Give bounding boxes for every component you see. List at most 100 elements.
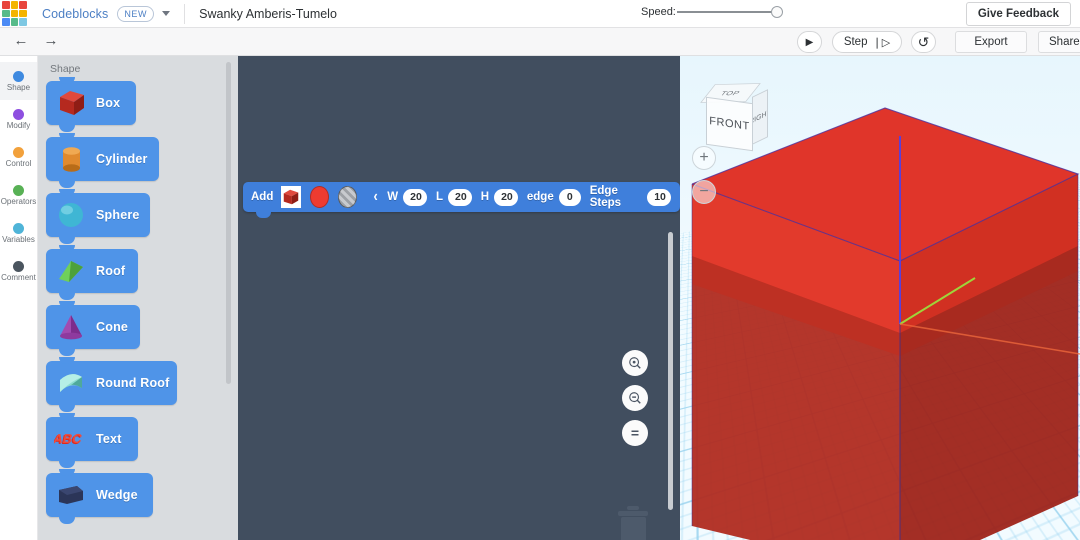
rail-item-comment[interactable]: Comment [0, 252, 37, 290]
wedge-icon [54, 479, 88, 511]
divider [184, 3, 186, 24]
give-feedback-button[interactable]: Give Feedback [965, 2, 1071, 26]
view-cube[interactable]: TOP FRONT RIGHT [700, 78, 772, 152]
roof-icon [54, 255, 88, 287]
cube-icon[interactable] [281, 186, 302, 208]
step-label: Step [843, 36, 868, 48]
project-title[interactable]: Swanky Amberis-Tumelo [199, 7, 337, 21]
viewport-zoom-out-button[interactable]: − [692, 180, 716, 204]
rail-item-operators[interactable]: Operators [0, 176, 37, 214]
speed-slider-knob[interactable] [770, 6, 783, 18]
speed-slider-track[interactable] [676, 6, 783, 18]
modify-dot-icon [13, 108, 24, 120]
restart-button[interactable]: ↺ [911, 31, 936, 53]
3d-viewport[interactable]: TOP FRONT RIGHT + − [680, 56, 1080, 540]
palette-block-cone[interactable]: Cone [46, 301, 140, 356]
control-dot-icon [13, 146, 24, 158]
fit-view-button[interactable] [622, 420, 648, 446]
palette-block-cylinder[interactable]: Cylinder [46, 133, 159, 188]
shape-dot-icon [13, 70, 24, 82]
param-value-edge[interactable]: 0 [558, 188, 581, 206]
equal-icon [631, 430, 639, 436]
palette-block-label: Cylinder [96, 152, 148, 166]
step-button[interactable]: Step ❘▷ [832, 31, 902, 53]
rail-item-modify[interactable]: Modify [0, 100, 37, 138]
zoom-in-icon [629, 357, 641, 369]
speed-slider-group[interactable]: Speed: [641, 6, 783, 18]
rail-label: Operators [0, 196, 37, 206]
play-icon: ▶ [805, 36, 814, 48]
zoom-out-icon [629, 392, 641, 404]
category-rail: Shape Modify Control Operators Variables… [0, 56, 38, 540]
new-badge: NEW [117, 5, 155, 22]
palette-block-label: Roof [96, 264, 126, 278]
rail-item-variables[interactable]: Variables [0, 214, 37, 252]
palette-block-roof[interactable]: Roof [46, 245, 138, 300]
brand-link[interactable]: Codeblocks [42, 7, 108, 21]
param-label-edge-steps: Edge Steps [589, 185, 622, 209]
param-value-h[interactable]: 20 [494, 188, 518, 206]
zoom-in-button[interactable] [622, 350, 648, 376]
share-button[interactable]: Share [1038, 31, 1080, 53]
collapse-chevron-icon[interactable]: ‹ [374, 189, 378, 205]
palette-scrollbar[interactable] [226, 62, 231, 384]
undo-button[interactable]: ← [6, 33, 36, 50]
svg-text:ABC: ABC [54, 431, 84, 446]
palette-block-text[interactable]: ABC ABC Text [46, 413, 138, 468]
palette-block-box[interactable]: Box [46, 77, 136, 132]
export-button[interactable]: Export [955, 31, 1027, 53]
view-cube-right-face[interactable]: RIGHT [752, 89, 768, 145]
palette-block-label: Cone [96, 320, 129, 334]
rail-label: Shape [6, 82, 31, 92]
param-value-w[interactable]: 20 [403, 188, 427, 206]
zoom-out-button[interactable] [622, 385, 648, 411]
color-swatch-button[interactable] [310, 186, 330, 208]
chevron-down-icon[interactable] [162, 11, 171, 16]
code-block-action-label: Add [251, 191, 274, 203]
redo-button[interactable]: → [36, 33, 66, 50]
cone-icon [54, 311, 88, 343]
trash-lid [618, 511, 648, 516]
param-value-l[interactable]: 20 [447, 188, 472, 206]
operators-dot-icon [13, 184, 24, 196]
text-icon: ABC ABC [54, 423, 88, 455]
top-bar: Codeblocks NEW Swanky Amberis-Tumelo Giv… [0, 0, 1080, 28]
trash-icon[interactable] [618, 506, 648, 540]
sphere-icon [54, 199, 88, 231]
tinkercad-logo-icon[interactable] [1, 0, 28, 27]
param-value-edge-steps[interactable]: 10 [647, 188, 672, 206]
palette-block-sphere[interactable]: Sphere [46, 189, 150, 244]
rail-label: Modify [6, 120, 31, 130]
param-label-edge: edge [526, 191, 554, 203]
cylinder-icon [54, 143, 88, 175]
rail-item-shape[interactable]: Shape [0, 62, 37, 100]
param-label-h: H [480, 191, 490, 203]
palette-block-label: Wedge [96, 488, 138, 502]
variables-dot-icon [13, 222, 24, 234]
round-roof-icon [54, 367, 88, 399]
rail-item-control[interactable]: Control [0, 138, 37, 176]
view-cube-front-face[interactable]: FRONT [706, 96, 753, 152]
viewport-zoom-in-button[interactable]: + [692, 146, 716, 170]
trash-handle [627, 506, 639, 510]
param-label-l: L [435, 191, 443, 203]
code-block-add-box[interactable]: Add ‹ W 20 L 20 H 20 edge 0 Edge Steps 1… [243, 182, 680, 218]
trash-body [620, 517, 646, 540]
palette-block-wedge[interactable]: Wedge [46, 469, 153, 524]
rail-label: Variables [2, 234, 35, 244]
palette-block-label: Round Roof [96, 376, 170, 390]
palette-block-round-roof[interactable]: Round Roof [46, 357, 177, 412]
hatched-circle-icon[interactable] [338, 186, 357, 208]
palette-block-label: Text [96, 432, 122, 446]
code-canvas[interactable]: Add ‹ W 20 L 20 H 20 edge 0 Edge Steps 1… [238, 56, 680, 540]
canvas-scrollbar[interactable] [668, 232, 673, 510]
speed-label: Speed: [641, 6, 676, 18]
comment-dot-icon [13, 260, 24, 272]
rail-label: Control [5, 158, 32, 168]
shape-palette: Shape Box Cylinder Sphere Roof Cone Roun… [38, 56, 238, 540]
codeblocks-app: Codeblocks NEW Swanky Amberis-Tumelo Giv… [0, 0, 1080, 540]
play-button[interactable]: ▶ [797, 31, 822, 53]
palette-block-label: Sphere [96, 208, 140, 222]
restart-icon: ↺ [917, 33, 930, 50]
cube-icon [54, 87, 88, 119]
